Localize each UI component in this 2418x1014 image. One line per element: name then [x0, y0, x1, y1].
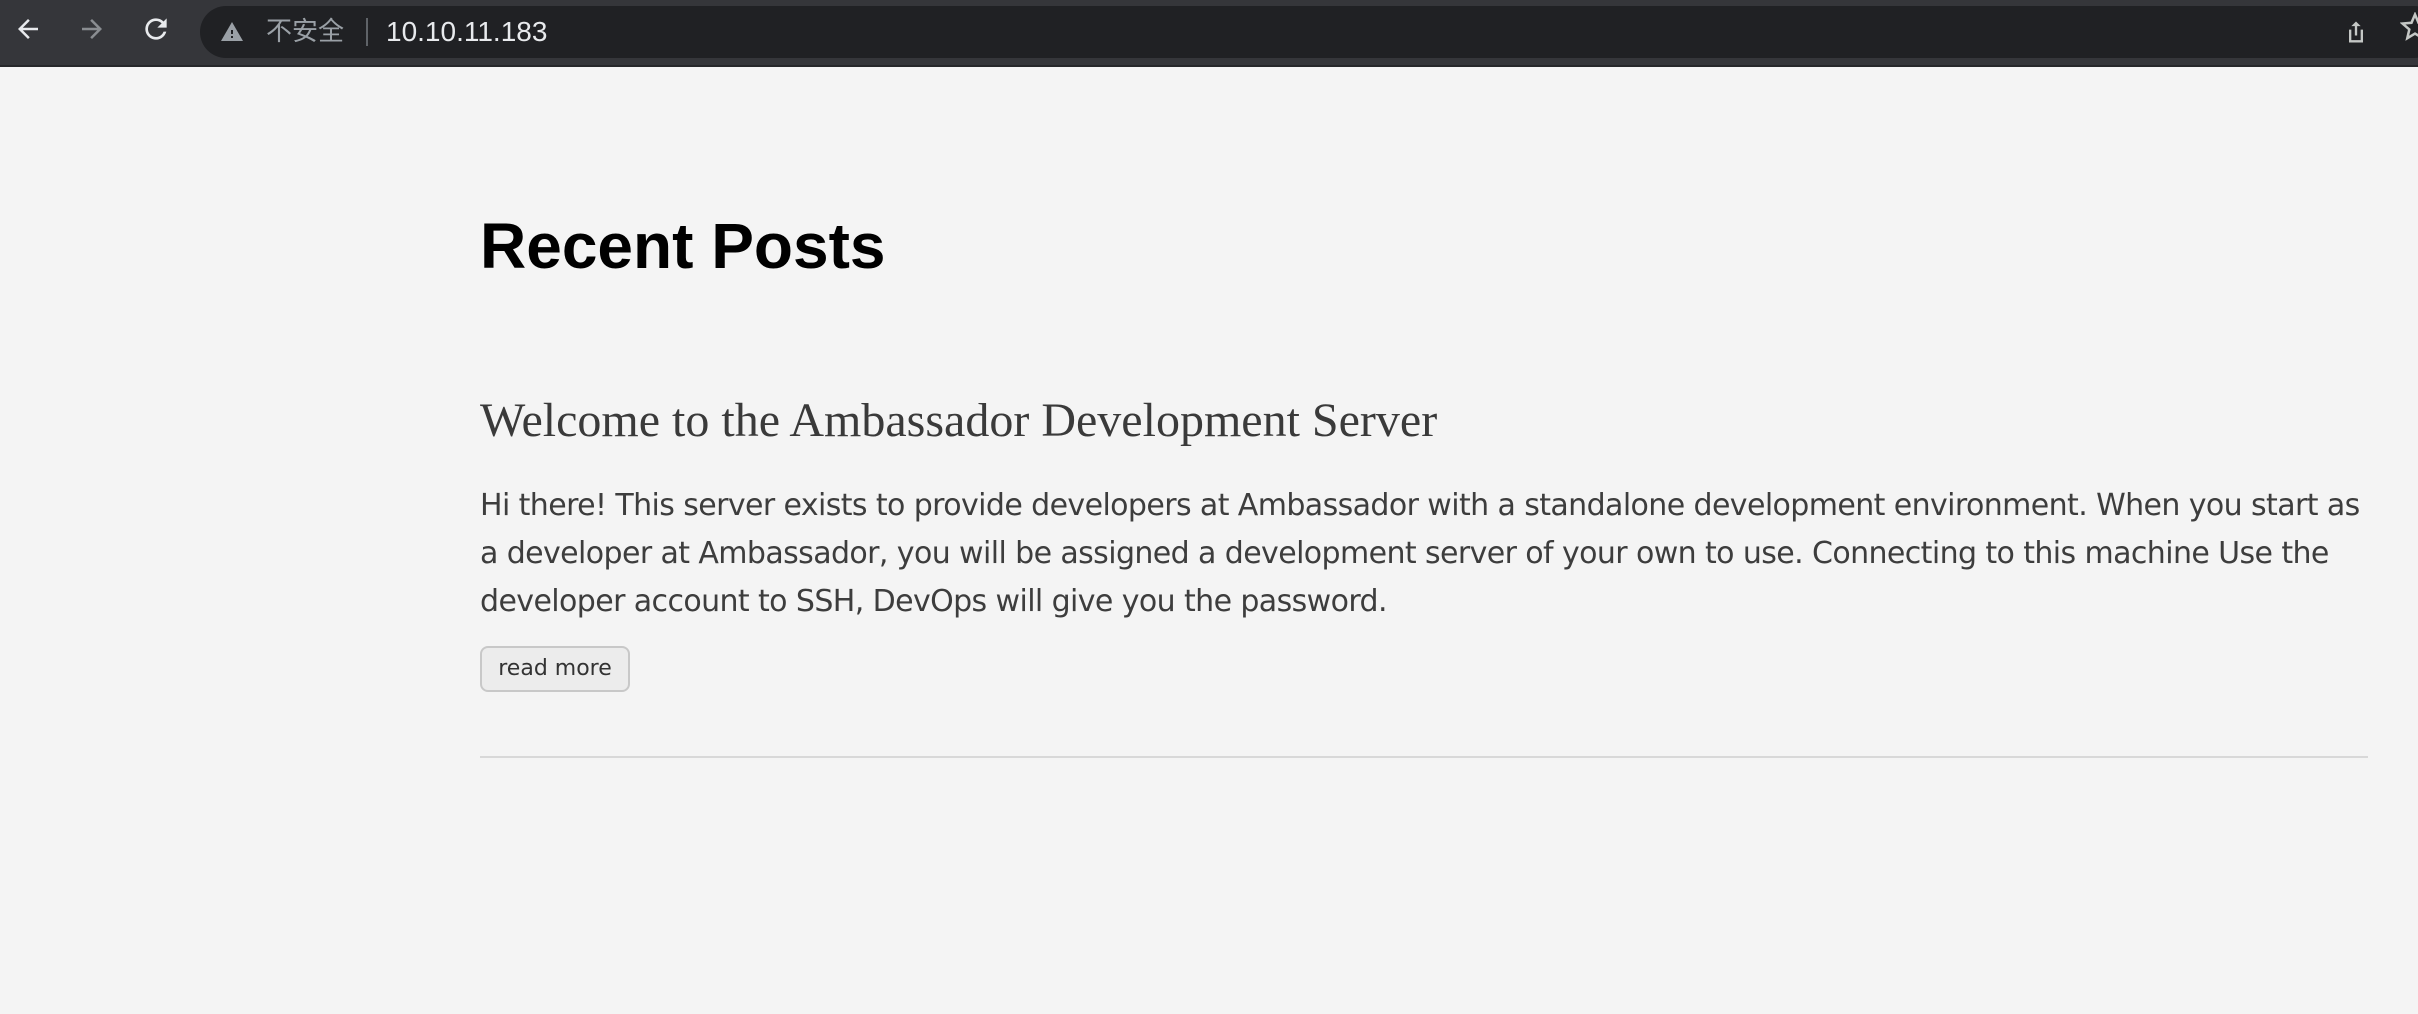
- warning-triangle-icon[interactable]: [220, 20, 244, 44]
- url-text[interactable]: 10.10.11.183: [386, 17, 547, 47]
- read-more-button[interactable]: read more: [480, 646, 630, 692]
- browser-toolbar: 不安全 10.10.11.183: [0, 0, 2418, 67]
- page-title: Recent Posts: [480, 210, 886, 282]
- arrow-left-icon: [18, 19, 38, 39]
- post-divider: [480, 756, 2368, 758]
- reload-button[interactable]: [136, 9, 176, 49]
- security-status-label[interactable]: 不安全: [266, 17, 344, 47]
- arrow-right-icon: [82, 19, 102, 39]
- bookmark-button[interactable]: [2399, 11, 2418, 52]
- forward-button[interactable]: [72, 9, 112, 49]
- address-bar-separator: [366, 18, 368, 46]
- post-excerpt: Hi there! This server exists to provide …: [480, 488, 2360, 619]
- share-button[interactable]: [2336, 12, 2376, 52]
- back-button[interactable]: [8, 9, 48, 49]
- reload-icon: [145, 18, 167, 40]
- address-bar[interactable]: 不安全 10.10.11.183: [200, 6, 2418, 58]
- star-icon: [2399, 11, 2418, 41]
- post-title[interactable]: Welcome to the Ambassador Development Se…: [480, 390, 1437, 452]
- share-icon: [2349, 21, 2363, 43]
